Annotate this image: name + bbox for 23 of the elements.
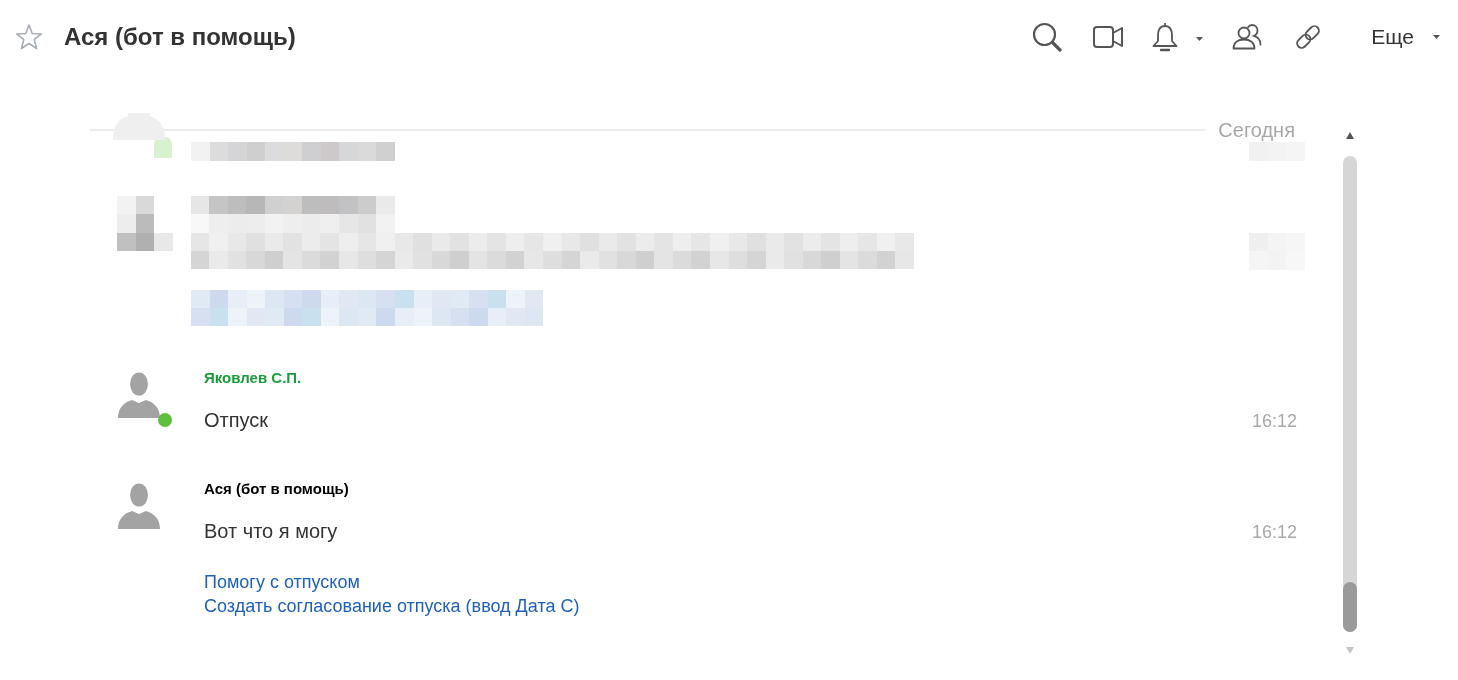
caret-icon	[1433, 35, 1440, 39]
author-name: Ася (бот в помощь)	[204, 480, 349, 498]
chat-title: Ася (бот в помощь)	[64, 22, 296, 52]
search-icon[interactable]	[1032, 22, 1063, 52]
author-name: Яковлев С.П.	[204, 369, 302, 387]
message-text: Отпуск	[204, 408, 269, 433]
scroll-up-arrow-icon[interactable]	[1346, 132, 1354, 139]
scrollbar-track[interactable]	[1343, 156, 1357, 632]
date-separator: Сегодня	[1218, 120, 1295, 140]
message-time: 16:12	[1251, 521, 1297, 545]
scrollbar-thumb[interactable]	[1343, 582, 1357, 632]
suggestion-link[interactable]: Создать согласование отпуска (ввод Дата С)	[204, 594, 580, 619]
video-camera-icon[interactable]	[1093, 26, 1124, 48]
message-time: 16:12	[1251, 410, 1297, 434]
star-icon[interactable]	[15, 24, 43, 50]
users-icon[interactable]	[1232, 24, 1263, 50]
more-menu-button[interactable]: Еще	[1371, 24, 1440, 50]
pixelated-avatar-drawing	[117, 196, 173, 251]
message-text: Вот что я могу	[204, 519, 338, 544]
suggestion-link[interactable]: Помогу с отпуском	[204, 570, 360, 595]
bell-icon[interactable]	[1151, 22, 1180, 52]
caret-icon[interactable]	[1196, 36, 1204, 41]
avatar-icon	[117, 372, 161, 419]
